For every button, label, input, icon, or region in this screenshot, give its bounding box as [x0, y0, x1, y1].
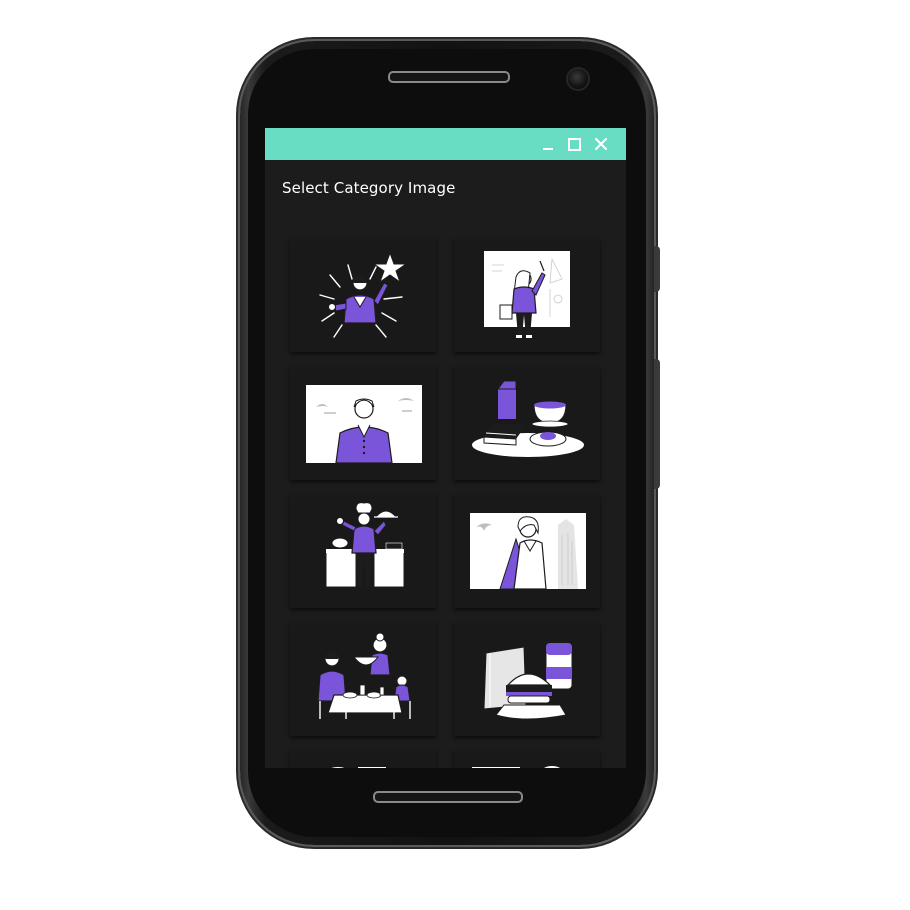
app-window: Select Category Image — [265, 128, 626, 768]
minimize-button[interactable] — [539, 135, 557, 153]
portrait-scene-illustration — [306, 385, 422, 464]
category-image-card[interactable] — [290, 495, 436, 608]
category-image-card[interactable] — [290, 239, 436, 352]
category-image-card[interactable] — [290, 751, 436, 768]
category-image-card[interactable] — [454, 239, 600, 352]
front-camera — [568, 69, 588, 89]
close-button[interactable] — [592, 135, 610, 153]
category-image-card[interactable] — [454, 495, 600, 608]
bottom-speaker — [373, 791, 523, 803]
volume-button — [654, 246, 660, 292]
maximize-icon — [567, 137, 581, 151]
breakfast-illustration — [472, 380, 584, 457]
category-image-card[interactable] — [454, 751, 600, 768]
minimize-icon — [543, 148, 553, 150]
chef-cooking-illustration — [325, 502, 405, 588]
presentation-whiteboard-illustration — [484, 251, 570, 338]
stage: Select Category Image — [0, 0, 910, 910]
dialog-heading: Select Category Image — [282, 179, 456, 197]
hero-cape-illustration — [470, 513, 586, 590]
partial-illustration — [472, 766, 560, 768]
family-dinner-illustration — [317, 632, 411, 719]
power-button — [654, 359, 660, 489]
close-icon — [595, 138, 607, 150]
window-title-bar — [265, 128, 626, 160]
partial-illustration — [331, 767, 386, 768]
category-image-card[interactable] — [290, 623, 436, 736]
category-image-card[interactable] — [454, 623, 600, 736]
category-image-card[interactable] — [290, 367, 436, 480]
achievement-star-illustration — [319, 251, 408, 338]
category-image-card[interactable] — [454, 367, 600, 480]
earpiece-speaker — [388, 71, 510, 83]
maximize-button[interactable] — [565, 135, 583, 153]
burger-takeaway-illustration — [483, 642, 573, 720]
